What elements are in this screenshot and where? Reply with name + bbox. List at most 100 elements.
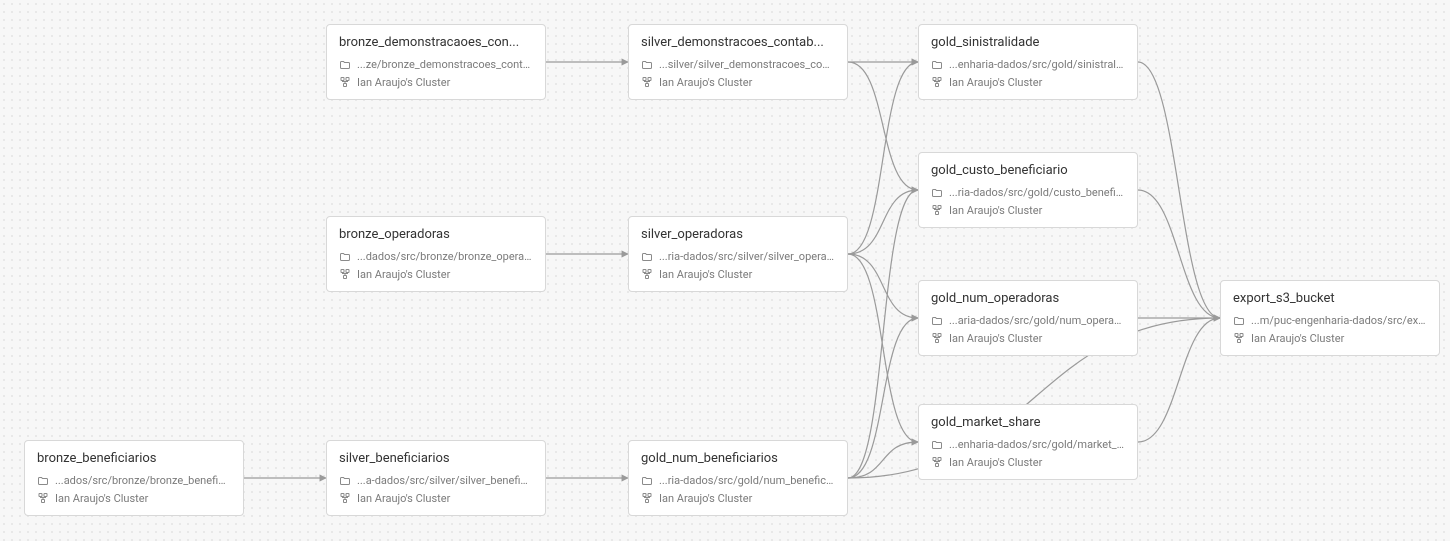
node-cluster: Ian Araujo's Cluster (949, 330, 1125, 348)
node-path: ...aria-dados/src/gold/num_operadoras (949, 312, 1125, 330)
node-cluster: Ian Araujo's Cluster (357, 74, 533, 92)
edge-silver_demonstracoes-to-gold_custo_beneficiario (848, 62, 918, 190)
node-path-row: ...m/puc-engenharia-dados/src/export (1233, 312, 1427, 330)
node-path: ...silver/silver_demonstracoes_contabeis (659, 56, 835, 74)
node-path-row: ...enharia-dados/src/gold/market_share (931, 436, 1125, 454)
edge-gold_custo_beneficiario-to-export_s3_bucket (1138, 190, 1220, 318)
node-title: silver_beneficiarios (339, 451, 533, 466)
node-bronze_beneficiarios[interactable]: bronze_beneficiarios ...ados/src/bronze/b… (24, 440, 244, 516)
node-cluster: Ian Araujo's Cluster (659, 266, 835, 284)
folder-icon (641, 475, 653, 487)
cluster-icon (931, 76, 943, 88)
node-cluster: Ian Araujo's Cluster (949, 454, 1125, 472)
node-path-row: ...ria-dados/src/gold/num_beneficiarios (641, 472, 835, 490)
node-cluster-row: Ian Araujo's Cluster (339, 266, 533, 284)
folder-icon (931, 187, 943, 199)
node-cluster: Ian Araujo's Cluster (949, 74, 1125, 92)
node-path: ...enharia-dados/src/gold/market_share (949, 436, 1125, 454)
node-gold_custo_beneficiario[interactable]: gold_custo_beneficiario...ria-dados/src/… (918, 152, 1138, 228)
edge-silver_operadoras-to-gold_custo_beneficiario (848, 190, 918, 254)
node-title: bronze_operadoras (339, 227, 533, 242)
folder-icon (339, 475, 351, 487)
cluster-icon (37, 492, 49, 504)
node-title: silver_demonstracoes_contab... (641, 35, 835, 50)
cluster-icon (1233, 332, 1245, 344)
pipeline-dag-canvas[interactable]: { "cluster_label": "Ian Araujo's Cluster… (0, 0, 1450, 541)
node-cluster-row: Ian Araujo's Cluster (931, 202, 1125, 220)
edge-gold_sinistralidade-to-export_s3_bucket (1138, 62, 1220, 318)
node-path-row: ...a-dados/src/silver/silver_beneficiari… (339, 472, 533, 490)
node-path-row: ...ria-dados/src/gold/custo_beneficiario (931, 184, 1125, 202)
node-silver_demonstracoes[interactable]: silver_demonstracoes_contab... ...silver/… (628, 24, 848, 100)
node-gold_sinistralidade[interactable]: gold_sinistralidade ...enharia-dados/src/… (918, 24, 1138, 100)
cluster-icon (339, 268, 351, 280)
folder-icon (339, 59, 351, 71)
node-title: silver_operadoras (641, 227, 835, 242)
folder-icon (339, 251, 351, 263)
node-cluster-row: Ian Araujo's Cluster (339, 74, 533, 92)
node-title: gold_num_operadoras (931, 291, 1125, 306)
node-path-row: ...silver/silver_demonstracoes_contabeis (641, 56, 835, 74)
node-bronze_demonstracoes[interactable]: bronze_demonstracaoes_con... ...ze/bronze… (326, 24, 546, 100)
node-cluster-row: Ian Araujo's Cluster (931, 454, 1125, 472)
node-path: ...m/puc-engenharia-dados/src/export (1251, 312, 1427, 330)
cluster-icon (931, 332, 943, 344)
node-cluster-row: Ian Araujo's Cluster (641, 490, 835, 508)
cluster-icon (339, 492, 351, 504)
node-gold_market_share[interactable]: gold_market_share ...enharia-dados/src/go… (918, 404, 1138, 480)
node-path-row: ...ados/src/bronze/bronze_beneficiarios (37, 472, 231, 490)
node-cluster: Ian Araujo's Cluster (949, 202, 1125, 220)
node-cluster-row: Ian Araujo's Cluster (931, 330, 1125, 348)
node-title: gold_sinistralidade (931, 35, 1125, 50)
node-cluster-row: Ian Araujo's Cluster (931, 74, 1125, 92)
cluster-icon (931, 204, 943, 216)
folder-icon (931, 59, 943, 71)
folder-icon (931, 439, 943, 451)
node-path: ...ria-dados/src/silver/silver_operadora… (659, 248, 835, 266)
folder-icon (641, 59, 653, 71)
node-path: ...ria-dados/src/gold/num_beneficiarios (659, 472, 835, 490)
cluster-icon (641, 76, 653, 88)
node-cluster-row: Ian Araujo's Cluster (641, 74, 835, 92)
folder-icon (1233, 315, 1245, 327)
node-title: export_s3_bucket (1233, 291, 1427, 306)
node-title: bronze_demonstracaoes_con... (339, 35, 533, 50)
folder-icon (37, 475, 49, 487)
node-path: ...ze/bronze_demonstracoes_contabeis (357, 56, 533, 74)
node-title: gold_market_share (931, 415, 1125, 430)
node-cluster: Ian Araujo's Cluster (357, 266, 533, 284)
edge-gold_num_beneficiarios-to-gold_custo_beneficiario (848, 190, 918, 478)
node-gold_num_operadoras[interactable]: gold_num_operadoras ...aria-dados/src/gol… (918, 280, 1138, 356)
node-title: gold_num_beneficiarios (641, 451, 835, 466)
edge-silver_operadoras-to-gold_market_share (848, 254, 918, 442)
cluster-icon (641, 268, 653, 280)
node-silver_beneficiarios[interactable]: silver_beneficiarios ...a-dados/src/silve… (326, 440, 546, 516)
node-path-row: ...dados/src/bronze/bronze_operadoras (339, 248, 533, 266)
edge-silver_operadoras-to-gold_sinistralidade (848, 62, 918, 254)
node-cluster: Ian Araujo's Cluster (55, 490, 231, 508)
node-path: ...enharia-dados/src/gold/sinistralidade (949, 56, 1125, 74)
node-cluster: Ian Araujo's Cluster (357, 490, 533, 508)
node-path: ...ria-dados/src/gold/custo_beneficiario (949, 184, 1125, 202)
node-cluster-row: Ian Araujo's Cluster (1233, 330, 1427, 348)
node-silver_operadoras[interactable]: silver_operadoras ...ria-dados/src/silver… (628, 216, 848, 292)
node-cluster: Ian Araujo's Cluster (659, 74, 835, 92)
node-cluster-row: Ian Araujo's Cluster (641, 266, 835, 284)
cluster-icon (641, 492, 653, 504)
node-cluster-row: Ian Araujo's Cluster (339, 490, 533, 508)
cluster-icon (931, 456, 943, 468)
folder-icon (931, 315, 943, 327)
folder-icon (641, 251, 653, 263)
node-cluster: Ian Araujo's Cluster (659, 490, 835, 508)
node-title: bronze_beneficiarios (37, 451, 231, 466)
node-path: ...ados/src/bronze/bronze_beneficiarios (55, 472, 231, 490)
edge-gold_market_share-to-export_s3_bucket (1138, 318, 1220, 442)
node-cluster-row: Ian Araujo's Cluster (37, 490, 231, 508)
edge-silver_operadoras-to-gold_num_operadoras (848, 254, 918, 318)
node-gold_num_beneficiarios[interactable]: gold_num_beneficiarios ...ria-dados/src/g… (628, 440, 848, 516)
node-bronze_operadoras[interactable]: bronze_operadoras ...dados/src/bronze/bro… (326, 216, 546, 292)
node-export_s3_bucket[interactable]: export_s3_bucket ...m/puc-engenharia-dado… (1220, 280, 1440, 356)
cluster-icon (339, 76, 351, 88)
node-path: ...a-dados/src/silver/silver_beneficiari… (357, 472, 533, 490)
node-path-row: ...enharia-dados/src/gold/sinistralidade (931, 56, 1125, 74)
